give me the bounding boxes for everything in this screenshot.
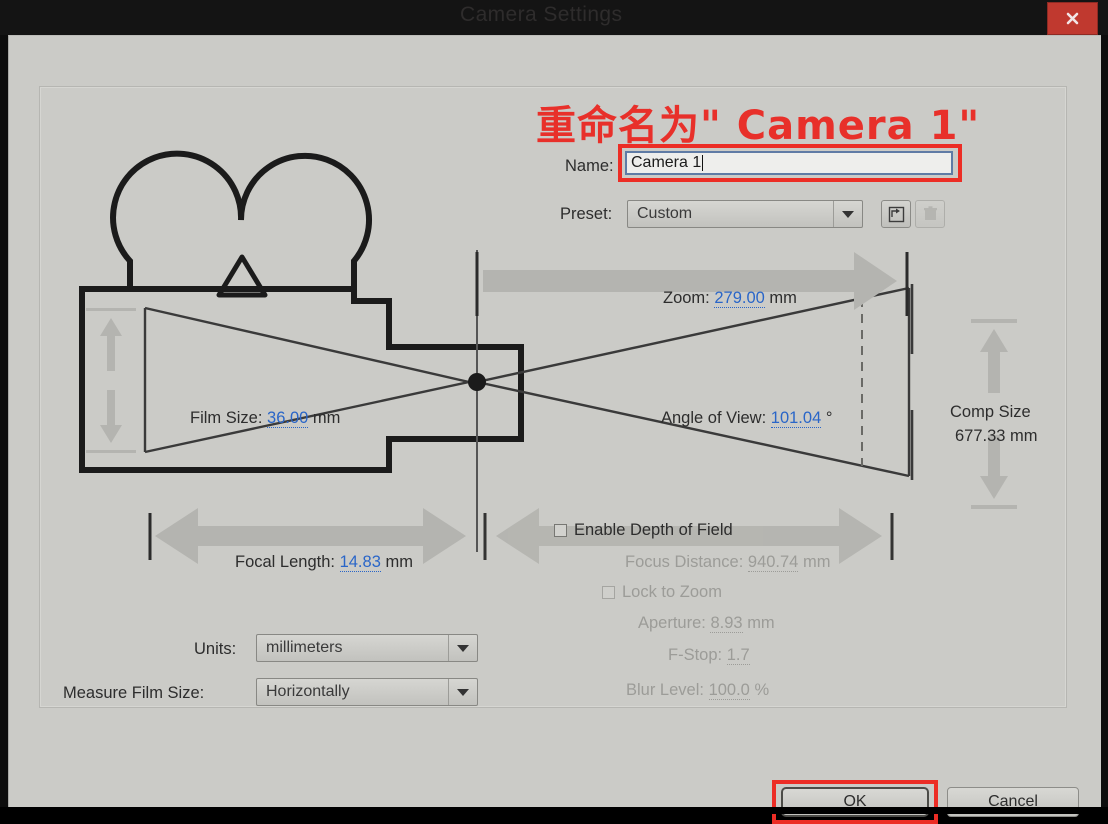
fstop-label: F-Stop: (668, 646, 723, 664)
aperture-value: 8.93 (710, 614, 743, 633)
checkbox-box (602, 586, 615, 599)
blur-level-value: 100.0 (708, 681, 750, 700)
angle-of-view-unit: ° (825, 409, 833, 427)
close-x-glyph (1066, 12, 1079, 25)
dialog-body: 重命名为" Camera 1" Name: Camera 1 Preset: C… (8, 35, 1101, 824)
focal-length-readout[interactable]: Focal Length: 14.83 mm (235, 553, 413, 572)
blur-level-unit: % (754, 681, 770, 699)
units-select[interactable]: millimeters (256, 634, 478, 662)
zoom-readout[interactable]: Zoom: 279.00 mm (663, 289, 797, 308)
focus-distance-readout: Focus Distance: 940.74 mm (625, 553, 830, 572)
name-input-value: Camera 1 (631, 154, 702, 171)
angle-of-view-value[interactable]: 101.04 (770, 409, 822, 428)
focal-length-unit: mm (385, 553, 413, 571)
preset-select-value: Custom (637, 205, 693, 222)
chinese-annotation: 重命名为" Camera 1" (536, 103, 981, 149)
blur-level-readout: Blur Level: 100.0 % (626, 681, 769, 700)
blur-level-label: Blur Level: (626, 681, 704, 699)
camera-settings-window: Camera Settings 重命名为" Camera 1" Name: Ca… (0, 0, 1108, 824)
window-title: Camera Settings (460, 3, 623, 26)
checkbox-box (554, 524, 567, 537)
comp-size-value: 677.33 mm (955, 427, 1038, 445)
angle-of-view-label: Angle of View: (661, 409, 767, 427)
zoom-value[interactable]: 279.00 (714, 289, 765, 308)
film-size-unit: mm (312, 409, 341, 427)
focus-distance-label: Focus Distance: (625, 553, 744, 571)
focus-distance-value: 940.74 (747, 553, 799, 572)
units-select-value: millimeters (266, 639, 343, 656)
chevron-down-icon (833, 201, 862, 227)
fstop-value: 1.7 (726, 646, 750, 665)
focal-length-value[interactable]: 14.83 (339, 553, 381, 572)
measure-film-size-value: Horizontally (266, 683, 350, 700)
measure-film-size-label: Measure Film Size: (63, 684, 205, 702)
aperture-readout: Aperture: 8.93 mm (638, 614, 775, 633)
preset-select[interactable]: Custom (627, 200, 863, 228)
save-preset-glyph (888, 206, 904, 222)
name-label: Name: (565, 157, 614, 175)
aperture-unit: mm (747, 614, 775, 632)
film-size-value[interactable]: 36.00 (267, 409, 309, 428)
chevron-down-icon (448, 635, 477, 661)
units-label: Units: (194, 640, 237, 658)
zoom-unit: mm (769, 289, 797, 307)
focus-distance-unit: mm (802, 553, 831, 571)
lock-to-zoom-label: Lock to Zoom (622, 583, 722, 601)
name-input[interactable]: Camera 1 (625, 151, 953, 175)
text-caret (702, 155, 704, 171)
window-titlebar: Camera Settings (0, 0, 1108, 35)
comp-size-label: Comp Size (950, 403, 1031, 421)
enable-depth-of-field-label: Enable Depth of Field (574, 521, 733, 539)
window-bottom-border (0, 807, 1108, 814)
delete-preset-icon[interactable] (915, 200, 945, 228)
save-preset-icon[interactable] (881, 200, 911, 228)
lock-to-zoom-checkbox[interactable]: Lock to Zoom (602, 583, 722, 602)
trash-glyph (923, 206, 937, 220)
focal-length-label: Focal Length: (235, 553, 335, 571)
film-size-label: Film Size: (190, 409, 263, 427)
angle-of-view-readout[interactable]: Angle of View: 101.04 ° (661, 409, 832, 428)
enable-depth-of-field-checkbox[interactable]: Enable Depth of Field (554, 521, 733, 540)
aperture-label: Aperture: (638, 614, 706, 632)
zoom-label: Zoom: (663, 289, 710, 307)
chevron-down-icon (448, 679, 477, 705)
preset-label: Preset: (560, 205, 613, 223)
film-size-readout[interactable]: Film Size: 36.00 mm (190, 409, 340, 428)
close-icon[interactable] (1047, 2, 1098, 35)
fstop-readout: F-Stop: 1.7 (668, 646, 750, 665)
measure-film-size-select[interactable]: Horizontally (256, 678, 478, 706)
